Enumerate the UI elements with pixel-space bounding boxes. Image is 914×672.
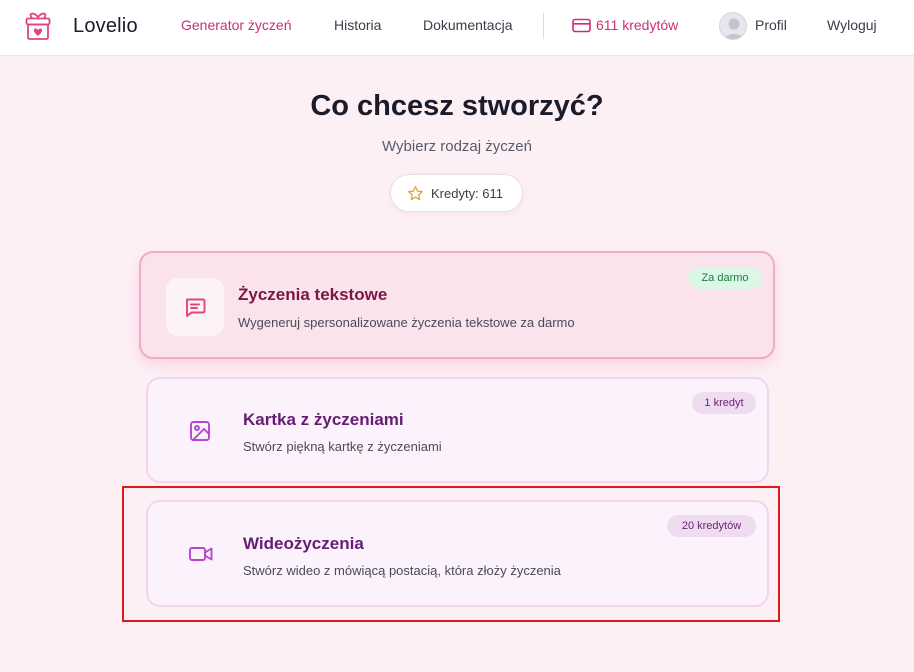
credits-badge-label: Kredyty: 611 bbox=[431, 186, 504, 201]
nav-link-docs[interactable]: Dokumentacja bbox=[423, 17, 513, 33]
card-title: Życzenia tekstowe bbox=[238, 285, 388, 304]
image-icon bbox=[190, 421, 210, 441]
card-icon-box bbox=[166, 278, 224, 336]
credits-badge: Kredyty: 611 bbox=[390, 174, 523, 212]
credit-card-icon bbox=[572, 18, 591, 33]
option-card-greeting-card[interactable]: Kartka z życzeniami Stwórz piękną kartkę… bbox=[146, 377, 769, 483]
card-icon-box bbox=[171, 525, 229, 583]
card-title: Wideożyczenia bbox=[243, 534, 364, 553]
card-icon-box bbox=[171, 402, 229, 460]
avatar bbox=[719, 12, 747, 40]
gift-heart-logo-icon[interactable] bbox=[25, 11, 51, 41]
nav-divider bbox=[543, 13, 544, 39]
message-square-icon bbox=[186, 298, 206, 317]
price-badge: 1 kredyt bbox=[692, 392, 756, 414]
video-icon bbox=[189, 547, 213, 561]
top-navbar: Lovelio Generator życzeń Historia Dokume… bbox=[0, 0, 914, 56]
price-badge: Za darmo bbox=[688, 267, 762, 289]
brand-name[interactable]: Lovelio bbox=[73, 15, 138, 38]
option-card-video-wishes[interactable]: Wideożyczenia Stwórz wideo z mówiącą pos… bbox=[146, 500, 769, 607]
nav-credits-label: 611 kredytów bbox=[596, 17, 679, 33]
nav-link-history[interactable]: Historia bbox=[334, 17, 381, 33]
profile-label: Profil bbox=[755, 17, 787, 33]
price-badge: 20 kredytów bbox=[667, 515, 756, 537]
card-description: Wygeneruj spersonalizowane życzenia teks… bbox=[238, 315, 575, 330]
page-title: Co chcesz stworzyć? bbox=[310, 90, 604, 122]
option-card-text-wishes[interactable]: Życzenia tekstowe Wygeneruj spersonalizo… bbox=[139, 251, 775, 359]
profile-menu[interactable]: Profil bbox=[719, 12, 799, 40]
card-description: Stwórz piękną kartkę z życzeniami bbox=[243, 439, 442, 454]
page-subtitle: Wybierz rodzaj życzeń bbox=[382, 138, 532, 155]
user-avatar-icon bbox=[723, 18, 745, 39]
nav-link-generator[interactable]: Generator życzeń bbox=[181, 17, 292, 33]
star-icon bbox=[408, 186, 423, 201]
card-title: Kartka z życzeniami bbox=[243, 410, 404, 429]
logout-link[interactable]: Wyloguj bbox=[827, 17, 877, 33]
card-description: Stwórz wideo z mówiącą postacią, która z… bbox=[243, 563, 561, 578]
